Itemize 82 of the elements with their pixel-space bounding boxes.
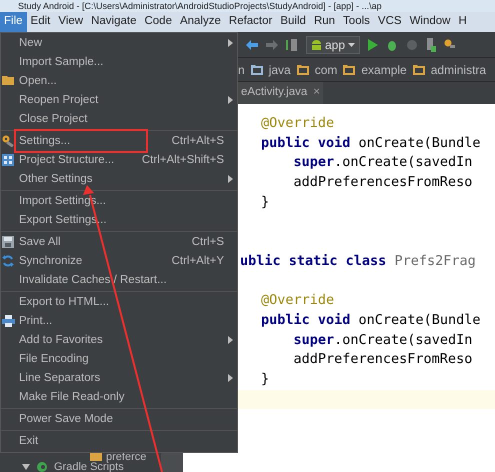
menu-item[interactable]: Exit — [1, 432, 237, 451]
menu-title[interactable]: H — [454, 12, 471, 32]
code-line: @Override — [261, 115, 334, 131]
submenu-arrow-icon — [228, 336, 233, 344]
xml-file-icon — [90, 453, 102, 461]
printer-icon — [2, 315, 15, 327]
tree-item[interactable]: preferce — [106, 452, 146, 462]
code-line: @Override — [261, 292, 334, 308]
breadcrumb-item[interactable]: java — [268, 60, 291, 78]
menu-title[interactable]: Refactor — [224, 12, 276, 32]
menu-item[interactable]: Other Settings — [1, 170, 237, 189]
menu-title[interactable]: File — [0, 12, 27, 32]
code-line: super.onCreate(savedIn — [292, 332, 472, 348]
sync-icon — [2, 255, 14, 267]
run-icon[interactable] — [368, 38, 378, 50]
code-line: } — [261, 370, 270, 387]
submenu-arrow-icon — [228, 96, 233, 104]
editor-tab[interactable]: eActivity.java × — [238, 82, 323, 104]
dropdown-caret-icon — [348, 42, 356, 46]
device-icon[interactable] — [426, 38, 436, 52]
settings-icon[interactable] — [444, 38, 456, 50]
code-line: super.onCreate(savedIn — [292, 154, 472, 170]
folder-icon — [250, 64, 263, 74]
code-line: addPreferencesFromReso — [292, 174, 472, 190]
menu-item[interactable]: Power Save Mode — [1, 410, 237, 429]
submenu-arrow-icon — [228, 175, 233, 183]
breadcrumb-item[interactable]: n — [238, 60, 245, 78]
breadcrumb-item[interactable]: com — [314, 60, 338, 78]
menu-item[interactable]: Save All Ctrl+S — [1, 233, 237, 252]
run-config-label: app — [325, 36, 346, 54]
back-arrow-icon[interactable] — [246, 40, 258, 50]
menu-item[interactable]: Open... — [1, 72, 237, 91]
menu-item[interactable]: Import Sample... — [1, 53, 237, 72]
grid-icon — [2, 154, 14, 166]
tab-close-button[interactable]: × — [313, 84, 320, 102]
menu-title[interactable]: Build — [276, 12, 310, 32]
code-line: public void onCreate(Bundle — [261, 134, 480, 151]
folder-icon — [2, 75, 14, 85]
menu-title[interactable]: Tools — [339, 12, 374, 32]
code-line: } — [261, 194, 270, 210]
submenu-arrow-icon — [228, 39, 233, 47]
code-line: ublic static class Prefs2Frag — [240, 252, 476, 269]
shortcut-label: Ctrl+Alt+Shift+S — [142, 152, 225, 168]
menu-item[interactable]: Print... — [1, 312, 237, 331]
menu-item[interactable]: New — [1, 34, 237, 53]
menu-item[interactable]: Reopen Project — [1, 91, 237, 110]
run-config-dropdown[interactable]: app — [306, 36, 360, 54]
menu-title[interactable]: Analyze — [176, 12, 225, 32]
android-icon — [311, 38, 322, 50]
menu-item[interactable]: Export to HTML... — [1, 293, 237, 312]
menu-title[interactable]: Run — [310, 12, 340, 32]
breadcrumb-item[interactable]: example — [361, 60, 407, 78]
menu-item[interactable]: Settings... Ctrl+Alt+S — [1, 132, 237, 151]
menu-item[interactable]: Line Separators — [1, 369, 237, 388]
shortcut-label: Ctrl+Alt+Y — [172, 254, 225, 269]
menu-item[interactable]: Invalidate Caches / Restart... — [1, 271, 237, 290]
menu-title[interactable]: Window — [406, 12, 454, 32]
menu-item[interactable]: Add to Favorites — [1, 331, 237, 350]
folder-icon — [343, 64, 356, 74]
code-line: public void onCreate(Bundle — [261, 312, 480, 328]
breadcrumb-item[interactable]: administra — [430, 60, 486, 78]
shortcut-label: Ctrl+Alt+S — [172, 134, 225, 149]
menu-item[interactable]: Make File Read-only — [1, 388, 237, 407]
submenu-arrow-icon — [228, 374, 233, 382]
folder-icon — [296, 64, 309, 74]
menu-title[interactable]: VCS — [374, 12, 406, 32]
menu-item[interactable]: Synchronize Ctrl+Alt+Y — [1, 252, 237, 271]
forward-arrow-icon[interactable] — [266, 40, 278, 50]
menu-title[interactable]: Edit — [26, 12, 54, 32]
shortcut-label: Ctrl+S — [192, 234, 225, 250]
menu-item[interactable]: Project Structure... Ctrl+Alt+Shift+S — [1, 151, 237, 170]
menu-item[interactable]: Close Project — [1, 110, 237, 129]
menu-item[interactable]: File Encoding — [1, 350, 237, 369]
folder-icon — [412, 64, 425, 74]
menu-title[interactable]: Code — [140, 12, 176, 32]
code-line: addPreferencesFromReso — [292, 351, 472, 368]
tree-item[interactable]: Gradle Scripts — [54, 462, 124, 472]
menu-title[interactable]: Navigate — [87, 12, 140, 32]
window-title: Study Android - [C:\Users\Administrator\AndroidStudioProjects\StudyAndroid] - [app] - ...\ap — [0, 0, 495, 12]
expand-arrow-icon[interactable] — [22, 464, 30, 470]
menu-title[interactable]: View — [54, 12, 88, 32]
tab-label: eActivity.java — [241, 85, 308, 100]
